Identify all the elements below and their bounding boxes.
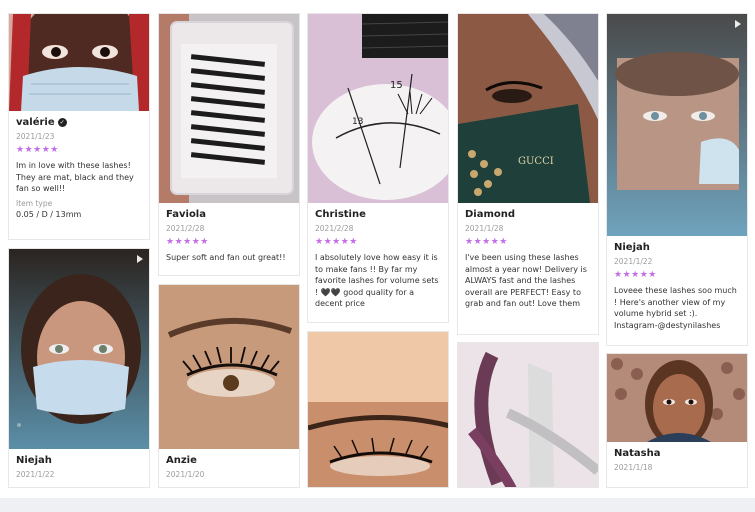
review-card[interactable]: Natasha 2021/1/18	[606, 353, 748, 488]
review-card[interactable]: 15 13 Christine 2021/2/28 ★★★★★ I absolu…	[307, 13, 449, 323]
reviewer-name: valérie ✓	[16, 117, 67, 128]
review-date: 2021/2/28	[315, 224, 354, 233]
reviewer-name: Niejah	[614, 242, 650, 253]
review-photo[interactable]: GUCCI	[458, 14, 598, 203]
review-date: 2021/1/22	[614, 257, 653, 266]
review-date: 2021/1/28	[465, 224, 504, 233]
review-card[interactable]: Niejah 2021/1/22 ★★★★★ Loveee these lash…	[606, 13, 748, 346]
review-text: I've been using these lashes almost a ye…	[465, 253, 587, 308]
page-footer-strip	[0, 498, 755, 512]
verified-badge-icon: ✓	[57, 118, 67, 127]
review-card[interactable]: @ Niejah 2021/1/22	[8, 248, 150, 488]
review-photo[interactable]	[159, 285, 299, 449]
review-text: Im in love with these lashes! They are m…	[16, 161, 134, 193]
review-photo[interactable]	[458, 343, 598, 487]
reviewer-name: Anzie	[166, 455, 197, 466]
review-photo[interactable]	[9, 14, 149, 111]
review-photo[interactable]: 15 13	[308, 14, 448, 203]
svg-text:15: 15	[390, 80, 403, 91]
video-play-icon[interactable]	[735, 20, 741, 28]
review-info: valérie ✓ 2021/1/23 ★★★★★ Im in love with…	[9, 111, 149, 220]
review-photo[interactable]	[607, 14, 747, 236]
review-card[interactable]: GUCCI Diamond 2021/1/28 ★★★★★ I've been …	[457, 13, 599, 335]
review-date: 2021/1/23	[16, 132, 55, 141]
reviewer-name: Diamond	[465, 209, 516, 220]
item-type-label: Item type	[16, 198, 53, 208]
review-info: Faviola 2021/2/28 ★★★★★ Super soft and f…	[159, 203, 299, 264]
review-info: Niejah 2021/1/22 ★★★★★ Loveee these lash…	[607, 236, 747, 331]
reviewer-name: Niejah	[16, 455, 52, 466]
review-photo[interactable]	[607, 354, 747, 442]
review-card[interactable]	[457, 342, 599, 488]
reviewer-name: Natasha	[614, 448, 661, 459]
review-grid: valérie ✓ 2021/1/23 ★★★★★ Im in love with…	[0, 0, 755, 498]
review-info: Anzie 2021/1/20	[159, 449, 299, 480]
review-card[interactable]: valérie ✓ 2021/1/23 ★★★★★ Im in love with…	[8, 13, 150, 240]
review-card[interactable]: Anzie 2021/1/20	[158, 284, 300, 488]
reviewer-name: Christine	[315, 209, 366, 220]
review-wall: valérie ✓ 2021/1/23 ★★★★★ Im in love with…	[0, 0, 755, 512]
review-photo[interactable]	[308, 332, 448, 487]
review-date: 2021/2/28	[166, 224, 205, 233]
review-text: Loveee these lashes soo much ! Here's an…	[614, 286, 737, 330]
video-play-icon[interactable]	[137, 255, 143, 263]
instagram-watermark-icon: @	[17, 422, 21, 427]
star-rating: ★★★★★	[166, 237, 209, 247]
review-info: Natasha 2021/1/18	[607, 442, 747, 473]
review-card[interactable]: Faviola 2021/2/28 ★★★★★ Super soft and f…	[158, 13, 300, 276]
star-rating: ★★★★★	[315, 237, 358, 247]
review-card[interactable]	[307, 331, 449, 488]
star-rating: ★★★★★	[465, 237, 508, 247]
reviewer-name: Faviola	[166, 209, 206, 220]
star-rating: ★★★★★	[614, 270, 657, 280]
review-date: 2021/1/20	[166, 470, 205, 479]
svg-text:13: 13	[352, 117, 363, 127]
review-photo[interactable]: @	[9, 249, 149, 449]
review-date: 2021/1/18	[614, 463, 653, 472]
star-rating: ★★★★★	[16, 145, 59, 155]
review-info: Christine 2021/2/28 ★★★★★ I absolutely l…	[308, 203, 448, 310]
review-text: Super soft and fan out great!!	[166, 253, 286, 262]
review-text: I absolutely love how easy it is to make…	[315, 253, 439, 308]
review-photo[interactable]	[159, 14, 299, 203]
review-info: Diamond 2021/1/28 ★★★★★ I've been using …	[458, 203, 598, 310]
review-date: 2021/1/22	[16, 470, 55, 479]
review-info: Niejah 2021/1/22	[9, 449, 149, 480]
svg-text:GUCCI: GUCCI	[518, 156, 554, 167]
item-type-value: 0.05 / D / 13mm	[16, 209, 82, 219]
